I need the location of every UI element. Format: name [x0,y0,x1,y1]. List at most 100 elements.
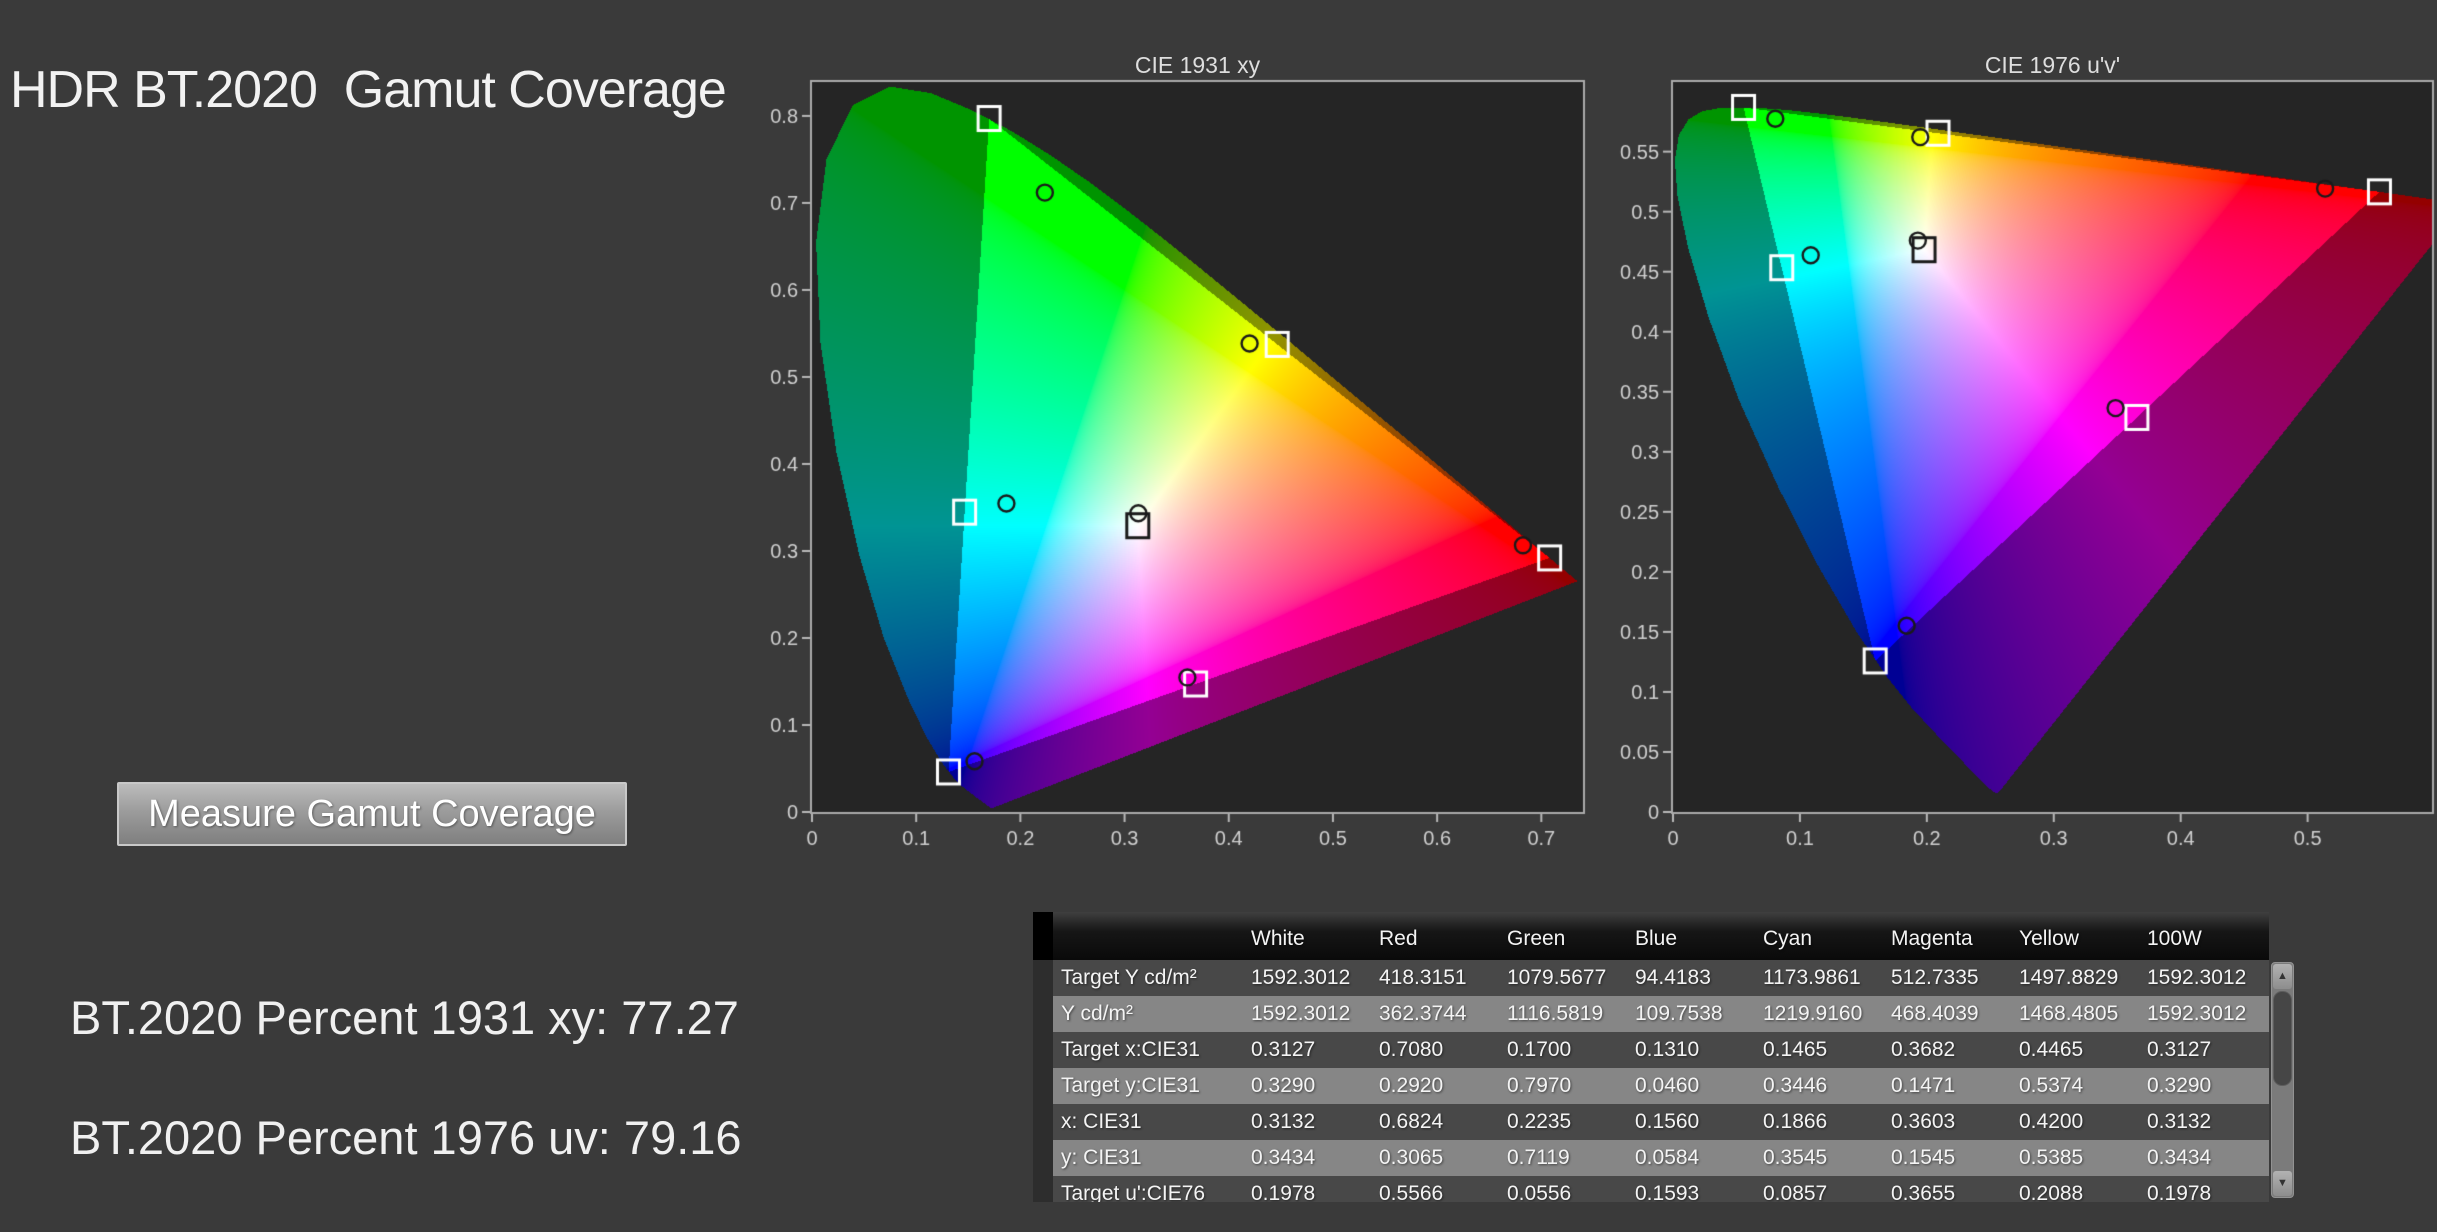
table-cell: 0.7970 [1507,1074,1572,1097]
row-gutter [1033,1176,1053,1202]
table-cell: 0.0460 [1635,1074,1700,1097]
table-cell: 0.3127 [1251,1038,1316,1061]
page-title: HDR BT.2020 Gamut Coverage [10,61,727,119]
row-gutter [1033,996,1053,1032]
table-cell: 94.4183 [1635,966,1711,989]
table-cell: 0.1593 [1635,1182,1700,1202]
row-gutter [1033,1068,1053,1104]
row-label: Target Y cd/m² [1061,966,1197,989]
table-cell: 0.0584 [1635,1146,1700,1169]
bt2020-percent-1931-result: BT.2020 Percent 1931 xy: 77.27 [70,991,739,1044]
table-cell: 0.1700 [1507,1038,1572,1061]
cie-1976-chart-title: CIE 1976 u'v' [1984,52,2121,78]
column-header: Blue [1635,927,1678,950]
column-header: Green [1507,927,1566,950]
table-row: Target u':CIE76 0.1978 0.5566 0.0556 0.1593 0… [1033,1176,2269,1202]
table-row: y: CIE31 0.3434 0.3065 0.7119 0.0584 0.3545 0.… [1033,1140,2269,1176]
table-cell: 1468.4805 [2019,1002,2119,1025]
row-label: Y cd/m² [1061,1002,1133,1025]
table-cell: 468.4039 [1891,1002,1979,1025]
table-cell: 0.2088 [2019,1182,2084,1202]
table-cell: 0.4465 [2019,1038,2084,1061]
table-cell: 0.3127 [2147,1038,2212,1061]
table-cell: 0.0556 [1507,1182,1572,1202]
table-cell: 0.3545 [1763,1146,1828,1169]
table-cell: 0.4200 [2019,1110,2084,1133]
table-cell: 0.5374 [2019,1074,2084,1097]
table-cell: 1497.8829 [2019,966,2119,989]
table-cell: 109.7538 [1635,1002,1723,1025]
cie-1931-xy-chart-canvas [737,30,1603,860]
row-gutter [1033,1032,1053,1068]
table-row: x: CIE31 0.3132 0.6824 0.2235 0.1560 0.1866 0.… [1033,1104,2269,1140]
table-cell: 1173.9861 [1763,966,1861,989]
table-cell: 1592.3012 [2147,1002,2247,1025]
table-cell: 0.3434 [2147,1146,2212,1169]
table-cell: 0.1545 [1891,1146,1956,1169]
down-arrow-icon: ▼ [2277,1177,2288,1189]
table-cell: 0.3603 [1891,1110,1956,1133]
measurement-table: White Red Green Blue Cyan Magenta Yellow 100W Ta… [1033,912,2269,1202]
table-cell: 418.3151 [1379,966,1467,989]
table-cell: 0.6824 [1379,1110,1444,1133]
table-row: Y cd/m² 1592.3012 362.3744 1116.5819 109.753… [1033,996,2269,1032]
table-cell: 0.5385 [2019,1146,2084,1169]
table-cell: 0.1978 [2147,1182,2212,1202]
table-cell: 0.3655 [1891,1182,1956,1202]
row-label: Target u':CIE76 [1061,1182,1206,1202]
table-cell: 1592.3012 [1251,1002,1351,1025]
column-header: Cyan [1763,927,1813,950]
table-cell: 0.3290 [2147,1074,2212,1097]
measure-gamut-coverage-button[interactable]: Measure Gamut Coverage [117,782,627,846]
table-row: Target x:CIE31 0.3127 0.7080 0.1700 0.1310 0.… [1033,1032,2269,1068]
scroll-up-button[interactable]: ▲ [2273,964,2292,989]
cie-1976-uv-chart: CIE 1976 u'v' [1598,30,2437,860]
scroll-down-button[interactable]: ▼ [2273,1171,2292,1196]
table-cell: 0.1560 [1635,1110,1700,1133]
table-cell: 0.7080 [1379,1038,1444,1061]
table-row: Target y:CIE31 0.3290 0.2920 0.7970 0.0460 0.… [1033,1068,2269,1104]
table-cell: 0.5566 [1379,1182,1444,1202]
cie-1931-xy-chart: CIE 1931 xy [737,30,1603,860]
row-label-header [1053,912,1245,960]
table-cell: 1592.3012 [2147,966,2247,989]
table-cell: 0.2920 [1379,1074,1444,1097]
table-cell: 512.7335 [1891,966,1979,989]
table-cell: 0.1978 [1251,1182,1316,1202]
table-cell: 0.3290 [1251,1074,1316,1097]
table-cell: 0.1471 [1891,1074,1956,1097]
table-cell: 0.3682 [1891,1038,1956,1061]
row-label: y: CIE31 [1061,1146,1142,1169]
table-cell: 0.3132 [1251,1110,1316,1133]
table-cell: 1592.3012 [1251,966,1351,989]
table-cell: 0.7119 [1507,1146,1570,1169]
table-cell: 0.3434 [1251,1146,1316,1169]
table-cell: 0.1465 [1763,1038,1828,1061]
table-corner [1033,912,1053,960]
table-cell: 1079.5677 [1507,966,1607,989]
table-cell: 0.1866 [1763,1110,1828,1133]
table-cell: 0.1310 [1635,1038,1700,1061]
column-header: Red [1379,927,1418,950]
row-label: x: CIE31 [1061,1110,1142,1133]
cie-1976-uv-chart-canvas [1598,30,2437,860]
row-gutter [1033,1140,1053,1176]
table-row: Target Y cd/m² 1592.3012 418.3151 1079.5677… [1033,960,2269,996]
table-scrollbar[interactable]: ▲ ▼ [2271,962,2294,1198]
table-cell: 0.0857 [1763,1182,1828,1202]
table-cell: 0.3446 [1763,1074,1828,1097]
table-cell: 1219.9160 [1763,1002,1863,1025]
table-cell: 0.3132 [2147,1110,2212,1133]
row-label: Target x:CIE31 [1061,1038,1200,1061]
cie-1931-chart-title: CIE 1931 xy [1134,52,1261,78]
column-header: Yellow [2019,927,2079,950]
table-header-row: White Red Green Blue Cyan Magenta Yellow 100W [1033,912,2269,960]
scroll-thumb[interactable] [2273,991,2292,1086]
column-header: 100W [2147,927,2202,950]
column-header: White [1251,927,1305,950]
table-cell: 362.3744 [1379,1002,1467,1025]
row-gutter [1033,1104,1053,1140]
row-label: Target y:CIE31 [1061,1074,1200,1097]
table-cell: 0.2235 [1507,1110,1572,1133]
up-arrow-icon: ▲ [2277,970,2288,982]
